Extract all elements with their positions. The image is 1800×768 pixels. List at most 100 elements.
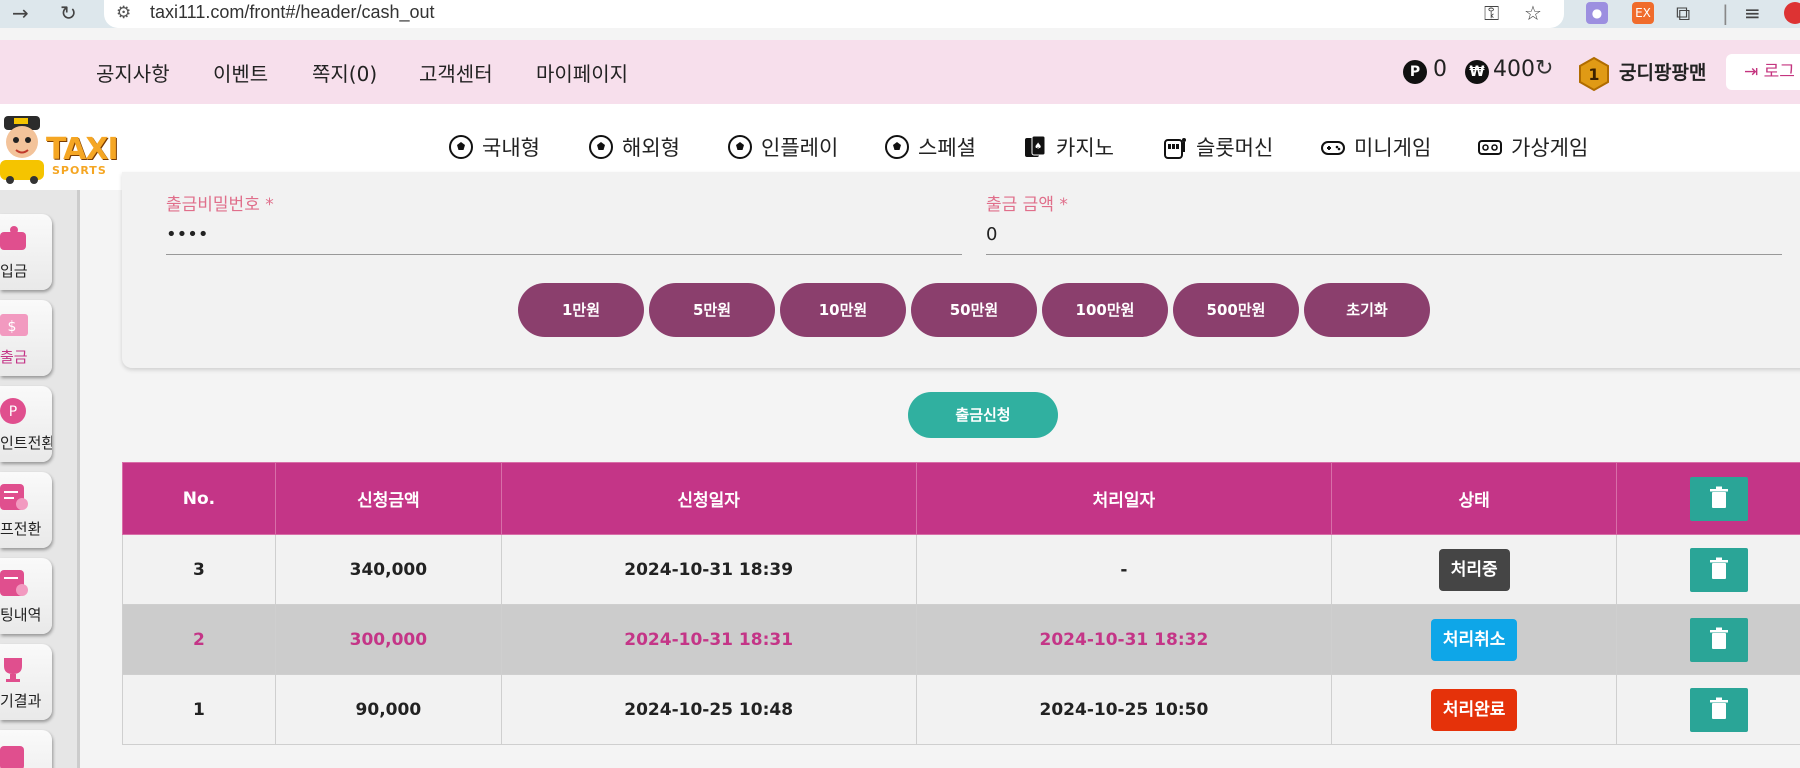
sidebar-item-betting-history[interactable]: 팅내역: [0, 558, 52, 634]
customer-center-link[interactable]: 고객센터: [419, 58, 493, 87]
cell-amount: 300,000: [274, 604, 502, 675]
cell-status: 처리취소: [1331, 604, 1618, 675]
sidebar-label: 프전환: [0, 520, 42, 538]
amount-500k-button[interactable]: 50만원: [911, 283, 1037, 337]
amount-10k-button[interactable]: 1만원: [518, 283, 644, 337]
exchange-icon: [0, 484, 28, 510]
nav-label: 미니게임: [1354, 136, 1432, 160]
refresh-icon[interactable]: ↻: [1535, 56, 1553, 81]
withdraw-submit-button[interactable]: 출금신청: [908, 392, 1058, 438]
message-link[interactable]: 쪽지(0): [312, 58, 377, 87]
event-link[interactable]: 이벤트: [213, 58, 268, 87]
site-settings-icon[interactable]: ⚙: [116, 3, 131, 23]
col-requested-date: 신청일자: [500, 462, 917, 535]
nav-label: 가상게임: [1511, 136, 1589, 160]
puzzle-icon[interactable]: ⧉: [1676, 2, 1690, 24]
amount-input[interactable]: 0: [986, 224, 997, 245]
status-badge: 처리취소: [1430, 618, 1518, 661]
nav-special[interactable]: 스페셜: [884, 132, 976, 162]
trash-icon: [1710, 557, 1729, 579]
forward-arrow-icon[interactable]: →: [12, 2, 29, 24]
sidebar-label: 팅내역: [0, 606, 42, 624]
cash-icon: $: [0, 314, 28, 336]
sidebar-item-game-results[interactable]: 기결과: [0, 644, 52, 720]
table-header-row: No. 신청금액 신청일자 처리일자 상태: [122, 462, 1800, 535]
sidebar-item-deposit[interactable]: 입금: [0, 214, 52, 290]
point-icon: P: [1403, 60, 1427, 84]
cell-delete: [1616, 604, 1800, 675]
delete-all-button[interactable]: [1690, 476, 1749, 521]
address-bar[interactable]: ⚙ taxi111.com/front#/header/cash_out ⚿ ☆: [104, 0, 1564, 28]
slot-machine-icon: [1164, 138, 1186, 159]
col-no: No.: [122, 462, 276, 535]
logout-button[interactable]: ⇥ 로그: [1726, 54, 1800, 90]
site-logo[interactable]: TAXI SPORTS: [0, 110, 130, 184]
reset-button[interactable]: 초기화: [1304, 283, 1430, 337]
divider: |: [1722, 1, 1729, 25]
svg-text:♠: ♠: [1034, 142, 1042, 152]
url-text[interactable]: taxi111.com/front#/header/cash_out: [150, 2, 435, 23]
soccer-ball-icon: [589, 135, 613, 159]
nav-virtual[interactable]: 가상게임: [1477, 132, 1588, 162]
point-balance: 0: [1433, 57, 1447, 82]
amount-100k-button[interactable]: 10만원: [780, 283, 906, 337]
svg-text:P: P: [9, 404, 17, 420]
reload-icon[interactable]: ↻: [60, 2, 77, 24]
col-status: 상태: [1331, 462, 1618, 535]
nav-domestic[interactable]: 국내형: [448, 132, 540, 162]
profile-avatar[interactable]: [1784, 2, 1800, 24]
sidebar-item-more[interactable]: [0, 730, 52, 768]
amount-label: 출금 금액 *: [986, 195, 1068, 215]
cell-amount: 90,000: [274, 674, 502, 745]
sidebar-label: 인트전환: [0, 434, 52, 452]
nav-casino[interactable]: ♠ 카지노: [1022, 132, 1114, 162]
delete-row-button[interactable]: [1690, 547, 1749, 592]
svg-text:$: $: [8, 319, 17, 335]
cell-no: 1: [122, 674, 276, 745]
media-queue-icon[interactable]: ≡: [1744, 2, 1761, 24]
nav-label: 해외형: [622, 136, 680, 160]
mypage-link[interactable]: 마이페이지: [536, 58, 628, 87]
cell-processed: 2024-10-25 10:50: [915, 674, 1333, 745]
nav-inplay[interactable]: 인플레이: [727, 132, 838, 162]
sidebar-item-chip-exchange[interactable]: 프전환: [0, 472, 52, 548]
col-processed-date: 처리일자: [915, 462, 1333, 535]
cell-status: 처리완료: [1331, 674, 1618, 745]
sidebar-item-withdraw[interactable]: $ 출금: [0, 300, 52, 376]
ex-extension-icon[interactable]: EX: [1632, 2, 1654, 24]
col-delete-all: [1616, 462, 1800, 535]
delete-row-button[interactable]: [1690, 617, 1749, 662]
soccer-ball-icon: [449, 135, 473, 159]
status-badge: 처리완료: [1430, 688, 1518, 731]
password-input[interactable]: ••••: [166, 224, 208, 245]
cell-status: 처리중: [1331, 534, 1618, 605]
amount-5m-button[interactable]: 500만원: [1173, 283, 1299, 337]
cell-delete: [1616, 674, 1800, 745]
cell-amount: 340,000: [274, 534, 502, 605]
delete-row-button[interactable]: [1690, 687, 1749, 732]
nav-slot[interactable]: 슬롯머신: [1162, 132, 1273, 162]
won-icon: ₩: [1465, 60, 1489, 84]
cell-processed: -: [915, 534, 1333, 605]
cell-requested: 2024-10-31 18:31: [500, 604, 917, 675]
trash-icon: [1710, 697, 1729, 719]
thumbs-up-icon: [0, 746, 24, 768]
nav-overseas[interactable]: 해외형: [588, 132, 680, 162]
trash-icon: [1710, 486, 1729, 508]
cell-requested: 2024-10-31 18:39: [500, 534, 917, 605]
nav-label: 슬롯머신: [1196, 136, 1274, 160]
sidebar-item-point-exchange[interactable]: P 인트전환: [0, 386, 52, 462]
logo-subtext: SPORTS: [52, 164, 107, 177]
notice-link[interactable]: 공지사항: [96, 58, 170, 87]
col-amount: 신청금액: [274, 462, 502, 535]
amount-50k-button[interactable]: 5만원: [649, 283, 775, 337]
key-icon[interactable]: ⚿: [1484, 1, 1499, 25]
amount-1m-button[interactable]: 100만원: [1042, 283, 1168, 337]
cell-processed: 2024-10-31 18:32: [915, 604, 1333, 675]
table-row: 2 300,000 2024-10-31 18:31 2024-10-31 18…: [122, 604, 1800, 675]
vr-headset-icon: [1478, 140, 1502, 155]
star-icon[interactable]: ☆: [1524, 1, 1542, 25]
extension-icon[interactable]: ●: [1586, 2, 1608, 24]
sidebar-label: 출금: [0, 348, 28, 366]
nav-minigame[interactable]: 미니게임: [1320, 132, 1431, 162]
